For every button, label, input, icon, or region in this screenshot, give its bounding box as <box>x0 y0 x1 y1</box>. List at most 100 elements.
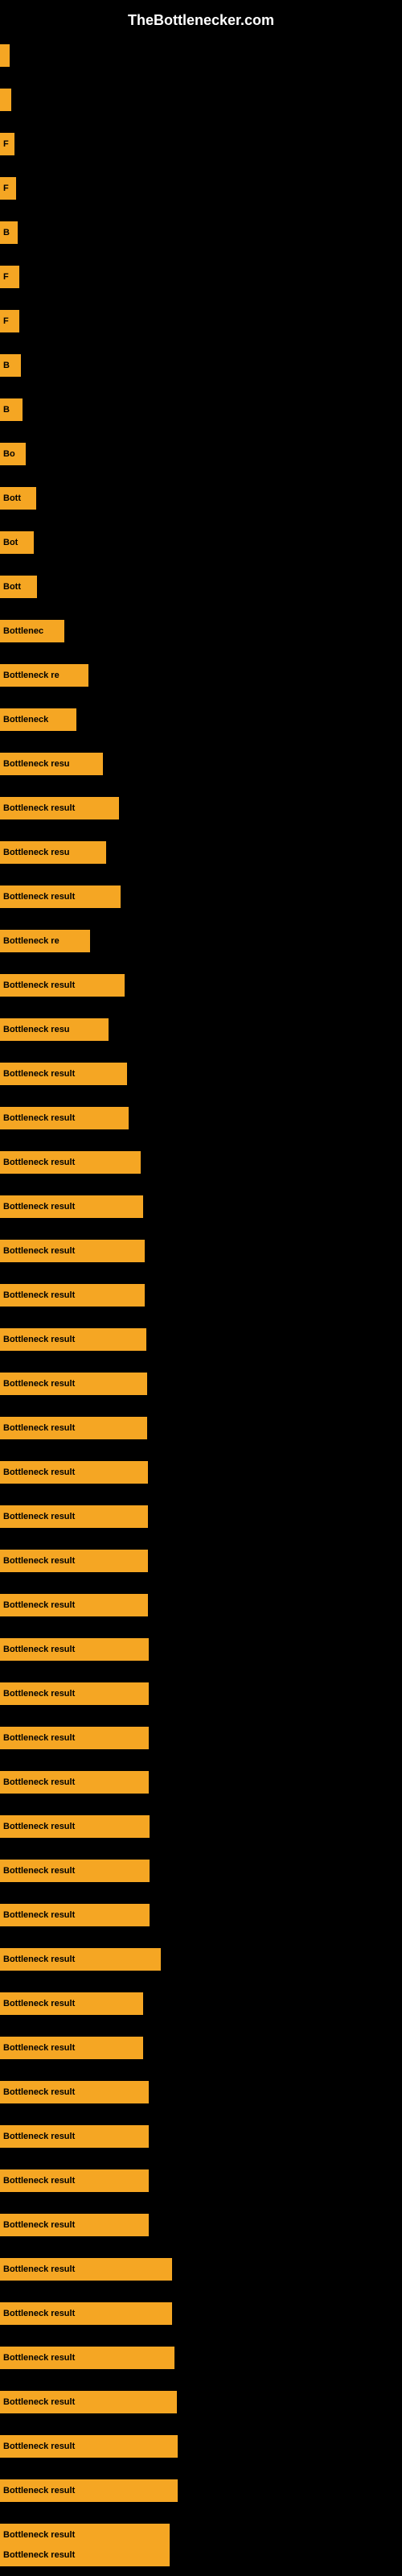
bar-label: Bottleneck result <box>3 1556 75 1566</box>
bar-item: Bottleneck result <box>0 1240 145 1262</box>
bar-label: Bottleneck resu <box>3 759 70 769</box>
bar-fill: Bottleneck result <box>0 1638 149 1661</box>
bar-item: Bottleneck result <box>0 1860 150 1882</box>
bar-label: Bottleneck result <box>3 2264 75 2274</box>
bar-item: B <box>0 221 18 244</box>
bar-fill: Bottleneck re <box>0 664 88 687</box>
bar-item: Bottleneck result <box>0 1904 150 1926</box>
bar-fill: Bottleneck result <box>0 2479 178 2502</box>
bar-item: Bottleneck result <box>0 974 125 997</box>
bar-item: F <box>0 133 14 155</box>
bar-fill: Bottleneck result <box>0 2524 170 2546</box>
bar-label: Bottleneck result <box>3 1379 75 1389</box>
bar-label: Bottleneck result <box>3 2486 75 2496</box>
bar-label: Bottleneck result <box>3 1069 75 1079</box>
bar-item: Bottleneck result <box>0 2479 178 2502</box>
bar-label: Bottleneck result <box>3 2397 75 2407</box>
bar-fill: Bottleneck result <box>0 1948 161 1971</box>
bar-item: Bottleneck re <box>0 930 90 952</box>
bar-item: Bottleneck resu <box>0 841 106 864</box>
bar-fill: Bottleneck result <box>0 2125 149 2148</box>
bar-fill: Bottleneck <box>0 708 76 731</box>
bar-label: Bottlenec <box>3 626 43 636</box>
bar-label: F <box>3 316 9 326</box>
bar-item: B <box>0 398 23 421</box>
bar-label: Bottleneck result <box>3 1689 75 1699</box>
bar-label: Bottleneck re <box>3 936 59 946</box>
bar-fill: Bottleneck result <box>0 2435 178 2458</box>
bar-item: Bott <box>0 487 36 510</box>
bar-fill: Bottleneck result <box>0 2081 149 2103</box>
bar-fill: B <box>0 398 23 421</box>
bar-label: Bottleneck re <box>3 671 59 680</box>
bar-item: Bottlenec <box>0 620 64 642</box>
bar-fill: Bottleneck result <box>0 2214 149 2236</box>
bar-fill: Bottleneck result <box>0 2258 172 2281</box>
bar-item <box>0 89 11 111</box>
bar-fill: Bottleneck result <box>0 1373 147 1395</box>
bar-item: Bottleneck result <box>0 2391 177 2413</box>
bar-fill: B <box>0 221 18 244</box>
bar-label: Bottleneck result <box>3 1158 75 1167</box>
bar-fill: Bottleneck resu <box>0 841 106 864</box>
bar-item: Bottleneck result <box>0 1151 141 1174</box>
bar-label: Bottleneck result <box>3 2220 75 2230</box>
bar-label: Bottleneck result <box>3 1202 75 1212</box>
bar-item: Bottleneck result <box>0 1815 150 1838</box>
bar-fill: Bottleneck result <box>0 886 121 908</box>
bar-label: Bottleneck result <box>3 1423 75 1433</box>
bar-item: Bottleneck result <box>0 2081 149 2103</box>
bar-fill: Bottleneck result <box>0 2169 149 2192</box>
bar-item: Bottleneck <box>0 708 76 731</box>
bar-item: Bottleneck result <box>0 1461 148 1484</box>
bar-fill <box>0 44 10 67</box>
bar-item: Bottleneck result <box>0 1992 143 2015</box>
bar-label: Bottleneck <box>3 715 48 724</box>
bar-fill: Bottlenec <box>0 620 64 642</box>
bar-fill: Bottleneck result <box>0 1771 149 1794</box>
bar-item: Bottleneck resu <box>0 1018 109 1041</box>
bar-label: Bottleneck result <box>3 1512 75 1521</box>
bar-fill: Bottleneck result <box>0 1417 147 1439</box>
bar-item: Bottleneck result <box>0 1284 145 1307</box>
bar-fill: Bottleneck result <box>0 1151 141 1174</box>
bar-fill: F <box>0 177 16 200</box>
bar-item: Bottleneck result <box>0 1107 129 1129</box>
bar-item: Bottleneck result <box>0 1594 148 1616</box>
bar-label: Bottleneck result <box>3 1955 75 1964</box>
bar-label: F <box>3 272 9 282</box>
bar-label: B <box>3 361 10 370</box>
bar-fill: Bot <box>0 531 34 554</box>
bar-label: Bottleneck result <box>3 1999 75 2008</box>
bar-item <box>0 44 10 67</box>
bar-item: Bottleneck result <box>0 1373 147 1395</box>
bar-label: B <box>3 228 10 237</box>
bar-fill: Bottleneck result <box>0 1328 146 1351</box>
bar-item: Bottleneck result <box>0 1328 146 1351</box>
bar-label: Bottleneck result <box>3 2176 75 2186</box>
bar-label: Bottleneck result <box>3 1777 75 1787</box>
bar-fill: Bottleneck result <box>0 2391 177 2413</box>
bar-label: F <box>3 184 9 193</box>
bar-fill: F <box>0 133 14 155</box>
bar-fill: F <box>0 266 19 288</box>
bar-label: Bottleneck result <box>3 1645 75 1654</box>
bar-item: Bottleneck result <box>0 1550 148 1572</box>
bar-fill: Bottleneck result <box>0 1063 127 1085</box>
bar-label: F <box>3 139 9 149</box>
bar-fill: Bottleneck result <box>0 1992 143 2015</box>
bar-fill: Bottleneck result <box>0 1860 150 1882</box>
bar-fill: Bottleneck result <box>0 797 119 819</box>
bar-label: Bottleneck result <box>3 2442 75 2451</box>
bar-fill: Bottleneck result <box>0 1727 149 1749</box>
bar-item: Bottleneck result <box>0 1727 149 1749</box>
bar-label: Bot <box>3 538 18 547</box>
bar-fill: Bottleneck result <box>0 1195 143 1218</box>
bar-label: Bottleneck result <box>3 1866 75 1876</box>
bar-fill: Bottleneck result <box>0 1594 148 1616</box>
bar-label: Bottleneck resu <box>3 848 70 857</box>
bar-fill: Bottleneck result <box>0 1904 150 1926</box>
bar-label: B <box>3 405 10 415</box>
bar-label: Bottleneck result <box>3 803 75 813</box>
bar-fill: Bott <box>0 487 36 510</box>
